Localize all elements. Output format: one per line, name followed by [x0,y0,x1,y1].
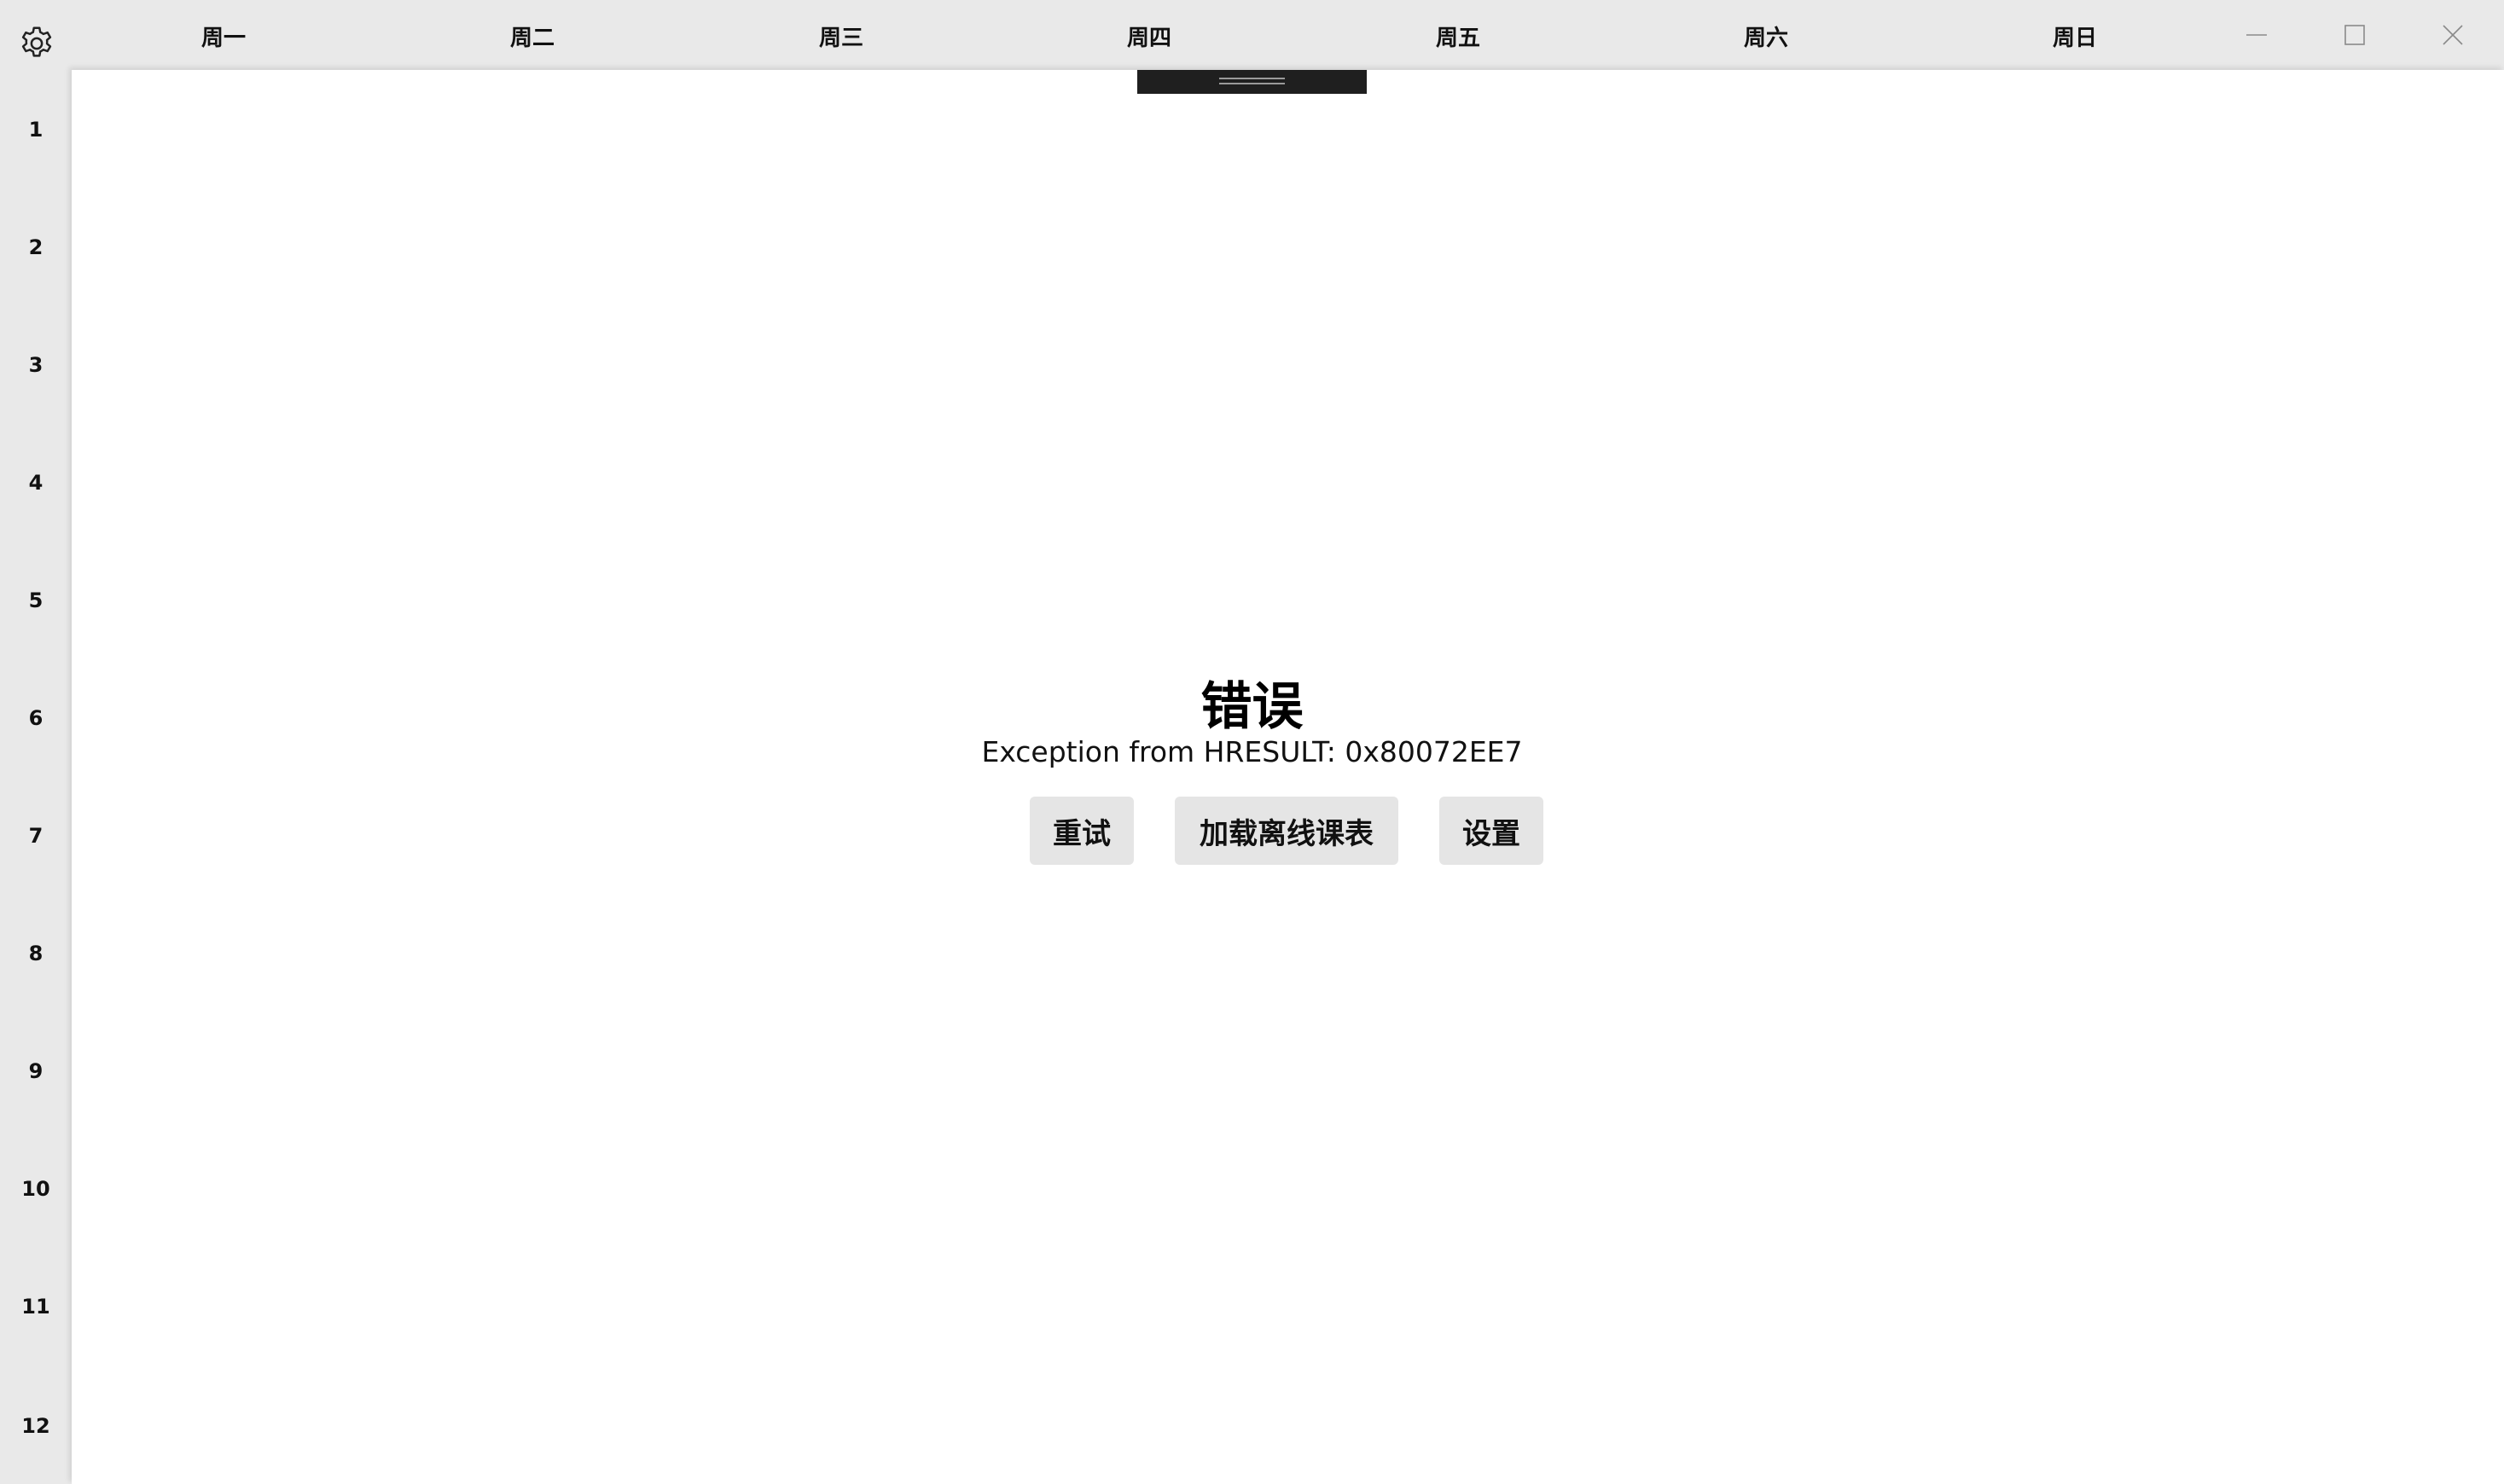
period-label-8: 8 [28,942,44,965]
error-message: Exception from HRESULT: 0x80072EE7 [981,735,1523,768]
minimize-icon [2246,34,2267,36]
maximize-button[interactable] [2316,9,2393,61]
day-header-mon: 周一 [200,26,246,51]
period-label-9: 9 [28,1059,44,1083]
period-label-3: 3 [28,353,44,377]
settings-button[interactable]: 设置 [1439,797,1543,865]
drag-handle[interactable] [1137,70,1367,94]
day-header-sun: 周日 [2052,26,2097,51]
period-label-12: 12 [21,1414,50,1438]
minimize-button[interactable] [2218,9,2295,61]
period-label-1: 1 [28,118,44,142]
maximize-icon [2344,25,2365,45]
day-header-wed: 周三 [818,26,863,51]
day-header-fri: 周五 [1435,26,1480,51]
day-header-bar: 周一 周二 周三 周四 周五 周六 周日 [0,0,2504,70]
period-label-4: 4 [28,471,44,495]
close-button[interactable] [2414,9,2491,61]
load-offline-timetable-button[interactable]: 加载离线课表 [1175,797,1398,865]
timetable-panel [72,70,2504,1484]
error-title: 错误 [1200,677,1304,737]
period-label-7: 7 [28,824,44,848]
close-icon [2443,25,2463,45]
day-header-sat: 周六 [1743,26,1788,51]
app-window: 周一 周二 周三 周四 周五 周六 周日 1 2 3 4 5 6 7 8 9 1… [0,0,2504,1484]
grip-line-top [1219,78,1285,79]
day-header-thu: 周四 [1126,26,1171,51]
grip-line-bottom [1219,83,1285,84]
period-label-11: 11 [21,1295,50,1319]
period-label-2: 2 [28,235,44,259]
day-header-tue: 周二 [509,26,555,51]
gear-icon[interactable] [17,24,56,63]
period-label-10: 10 [21,1177,50,1201]
retry-button[interactable]: 重试 [1030,797,1134,865]
period-label-5: 5 [28,588,44,612]
